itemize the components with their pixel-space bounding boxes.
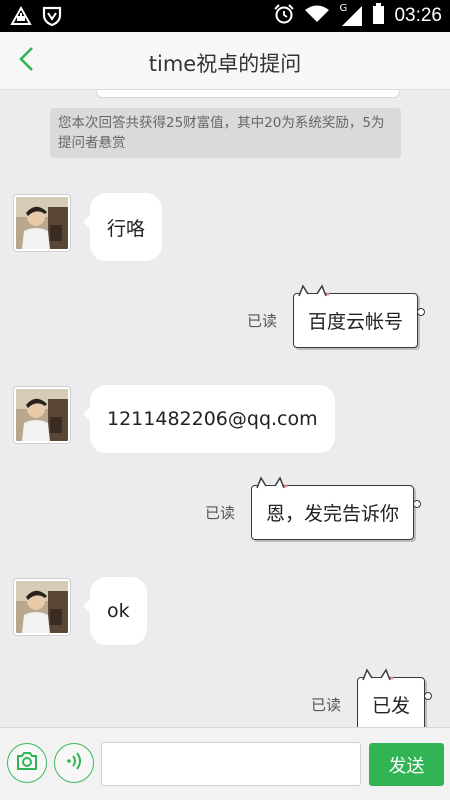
avatar[interactable] bbox=[14, 195, 70, 251]
cat-ears-decoration bbox=[256, 476, 288, 489]
camera-button[interactable] bbox=[7, 743, 47, 783]
cat-ears-decoration bbox=[298, 284, 330, 297]
message-bubble[interactable]: 已发 bbox=[357, 668, 433, 727]
input-bar: 发送 bbox=[0, 727, 450, 800]
bubble-tail-decoration bbox=[417, 308, 426, 316]
avatar[interactable] bbox=[14, 387, 70, 443]
send-button[interactable]: 发送 bbox=[369, 743, 444, 786]
voice-button[interactable] bbox=[54, 743, 94, 783]
header: time祝卓的提问 bbox=[0, 32, 450, 90]
message-text: 恩，发完告诉你 bbox=[266, 503, 400, 525]
chat-area[interactable]: 您本次回答共获得25财富值，其中20为系统奖励，5为提问者悬赏 行咯 已读 百度… bbox=[0, 90, 450, 727]
message-bubble[interactable]: 1211482206@qq.com bbox=[83, 385, 335, 453]
message-bubble[interactable]: 恩，发完告诉你 bbox=[251, 476, 422, 540]
message-bubble[interactable]: ok bbox=[83, 577, 147, 645]
message-text: 已发 bbox=[372, 695, 411, 717]
signal-icon: G bbox=[339, 3, 363, 27]
cat-ears-decoration bbox=[362, 668, 394, 681]
status-time: 03:26 bbox=[394, 5, 442, 26]
alarm-clock-icon bbox=[273, 3, 295, 29]
shield-icon bbox=[42, 5, 62, 31]
read-status: 已读 bbox=[311, 696, 342, 714]
camera-icon bbox=[16, 751, 38, 775]
message-text: 百度云帐号 bbox=[308, 311, 404, 333]
bubble-tail-decoration bbox=[413, 500, 422, 508]
message-bubble[interactable]: 行咯 bbox=[82, 193, 163, 261]
read-status: 已读 bbox=[205, 504, 236, 522]
system-notice: 您本次回答共获得25财富值，其中20为系统奖励，5为提问者悬赏 bbox=[50, 108, 401, 158]
wifi-icon bbox=[304, 4, 330, 28]
drive-warning-icon bbox=[10, 5, 32, 31]
previous-card bbox=[96, 90, 400, 98]
bubble-tail-decoration bbox=[424, 692, 433, 700]
avatar[interactable] bbox=[14, 579, 70, 635]
page-title: time祝卓的提问 bbox=[148, 52, 302, 76]
message-input[interactable] bbox=[101, 742, 361, 786]
status-bar: G 03:26 bbox=[0, 0, 450, 32]
message-bubble[interactable]: 百度云帐号 bbox=[293, 284, 426, 348]
read-status: 已读 bbox=[247, 312, 278, 330]
battery-icon bbox=[372, 3, 385, 29]
voice-icon bbox=[64, 751, 84, 775]
